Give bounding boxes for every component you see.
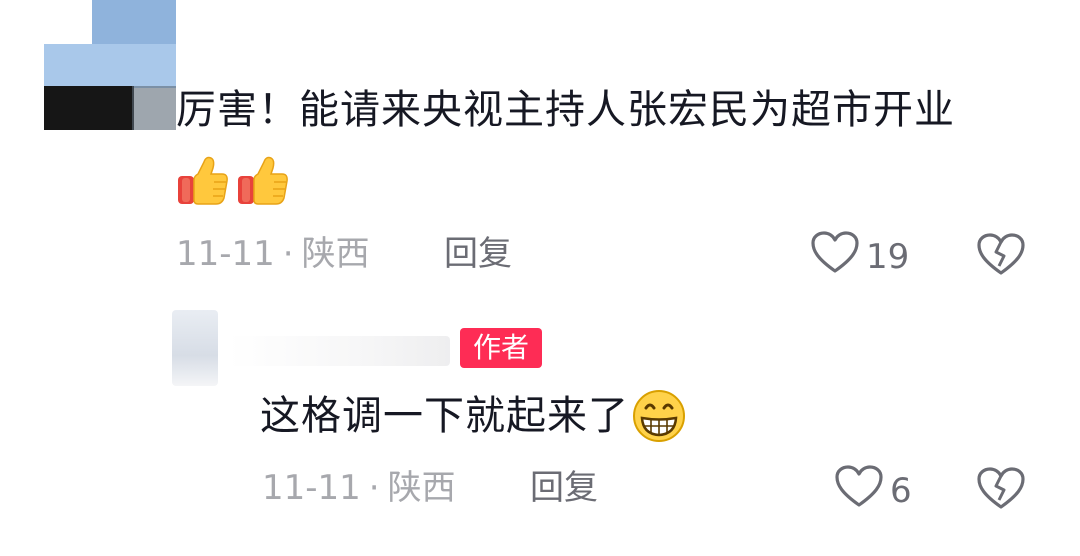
heart-icon [810,230,860,283]
comment-2-text-row: 这格调一下就起来了 [260,388,687,444]
comment-1-avatar[interactable] [44,0,176,130]
comment-1-emoji-row [176,152,290,208]
reply-button[interactable]: 回复 [444,234,512,274]
thumbs-up-icon [236,152,290,208]
dislike-button[interactable] [976,466,1026,514]
comment-2-avatar[interactable] [172,310,218,386]
comment-1-text: 厉害！能请来央视主持人张宏民为超市开业 [176,87,955,133]
meta-separator: · [282,234,294,274]
dislike-button[interactable] [976,232,1026,280]
comment-2-meta: 11-11 · 陕西 [262,468,456,508]
comment-2-text: 这格调一下就起来了 [260,393,629,439]
like-button[interactable]: 6 [834,464,912,517]
broken-heart-icon [976,467,1026,514]
meta-separator: · [368,468,380,508]
like-count: 19 [866,236,910,277]
like-count: 6 [890,470,912,511]
comment-date: 11-11 [262,468,361,508]
grinning-face-icon [631,388,687,444]
comment-location: 陕西 [301,234,370,274]
comment-1-meta: 11-11 · 陕西 [176,234,370,274]
comment-2-username-blurred[interactable] [228,336,450,366]
comment-location: 陕西 [387,468,456,508]
thumbs-up-icon [176,152,230,208]
like-button[interactable]: 19 [810,230,909,283]
heart-icon [834,464,884,517]
broken-heart-icon [976,233,1026,280]
comment-date: 11-11 [176,234,275,274]
reply-button[interactable]: 回复 [530,468,598,508]
author-badge: 作者 [460,328,542,368]
